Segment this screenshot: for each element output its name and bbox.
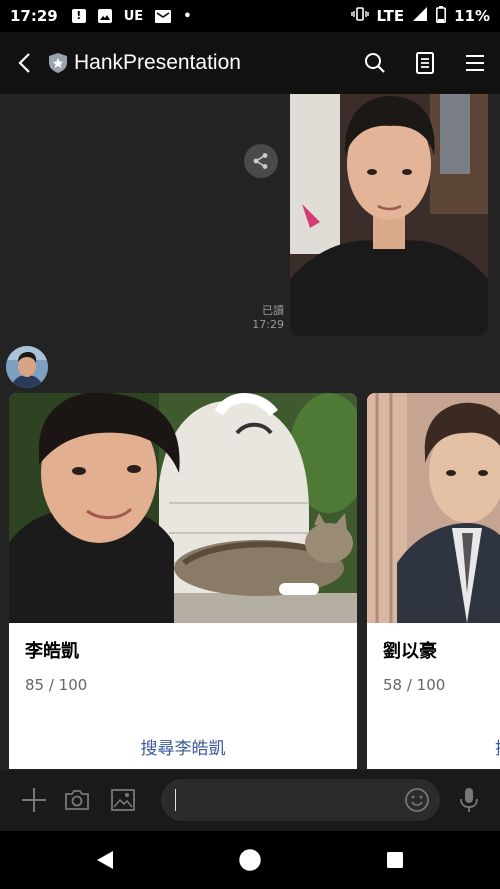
selfie-photo <box>290 94 488 336</box>
portrait-photo <box>367 393 500 623</box>
message-input-bar <box>0 770 500 831</box>
system-nav-bar <box>0 831 500 889</box>
add-button[interactable] <box>17 783 51 817</box>
microphone-icon <box>460 788 478 812</box>
chat-header: HankPresentation <box>0 32 500 94</box>
read-time: 17:29 <box>252 318 284 331</box>
selfie-with-cat-photo <box>9 393 357 623</box>
text-caret <box>175 789 176 811</box>
voice-button[interactable] <box>452 783 486 817</box>
card-photo <box>367 393 500 623</box>
share-button[interactable] <box>244 144 278 178</box>
home-circle-icon <box>239 849 261 871</box>
notes-button[interactable] <box>400 32 450 94</box>
camera-icon <box>65 790 89 810</box>
share-icon <box>253 153 268 169</box>
status-time: 17:29 <box>10 7 58 25</box>
card-name: 劉以豪 <box>383 641 437 662</box>
result-card[interactable]: 劉以豪 58 / 100 搜 <box>367 393 500 769</box>
emoji-button[interactable] <box>404 787 430 817</box>
battery-icon <box>436 5 447 27</box>
chat-title: HankPresentation <box>74 51 241 74</box>
avatar-image <box>6 346 48 388</box>
emoji-icon <box>405 788 429 812</box>
back-button[interactable] <box>0 32 48 94</box>
signal-icon <box>412 6 428 26</box>
menu-button[interactable] <box>450 32 500 94</box>
card-search-link[interactable]: 搜 <box>495 734 500 759</box>
search-button[interactable] <box>350 32 400 94</box>
triangle-back-icon <box>97 851 113 869</box>
alert-icon: ! <box>71 9 86 23</box>
status-bar: 17:29 ! UE • LTE 11% <box>0 0 500 32</box>
card-score: 85 / 100 <box>25 676 88 694</box>
battery-percent: 11% <box>454 7 490 25</box>
card-name: 李皓凱 <box>25 641 79 662</box>
chevron-left-icon <box>18 53 30 73</box>
official-shield-icon <box>49 53 67 73</box>
image-icon <box>111 789 135 811</box>
card-search-link[interactable]: 搜尋李皓凱 <box>9 734 357 759</box>
result-card[interactable]: 李皓凱 85 / 100 搜尋李皓凱 <box>9 393 357 769</box>
nav-back-button[interactable] <box>90 845 120 875</box>
mail-icon <box>155 9 172 23</box>
image-notification-icon <box>97 9 112 23</box>
read-label: 已讀 <box>262 304 284 317</box>
ue-indicator: UE <box>123 8 144 24</box>
bot-avatar[interactable] <box>6 346 48 388</box>
gallery-button[interactable] <box>106 783 140 817</box>
dot-icon: • <box>183 8 192 24</box>
nav-home-button[interactable] <box>235 845 265 875</box>
network-label: LTE <box>376 7 405 25</box>
hamburger-menu-icon <box>466 55 484 71</box>
notes-icon <box>416 52 434 74</box>
search-icon <box>365 53 385 73</box>
read-receipt: 已讀 17:29 <box>250 304 284 332</box>
camera-button[interactable] <box>60 783 94 817</box>
sent-photo[interactable] <box>290 94 488 336</box>
nav-recents-button[interactable] <box>380 845 410 875</box>
square-recents-icon <box>387 852 403 868</box>
vibrate-icon <box>350 7 369 25</box>
card-photo <box>9 393 357 623</box>
message-input[interactable] <box>161 779 440 821</box>
chat-area[interactable]: 已讀 17:29 李皓凱 85 / 100 搜尋李皓凱 劉以豪 58 / 100 <box>0 94 500 770</box>
card-score: 58 / 100 <box>383 676 446 694</box>
plus-icon <box>22 788 46 812</box>
